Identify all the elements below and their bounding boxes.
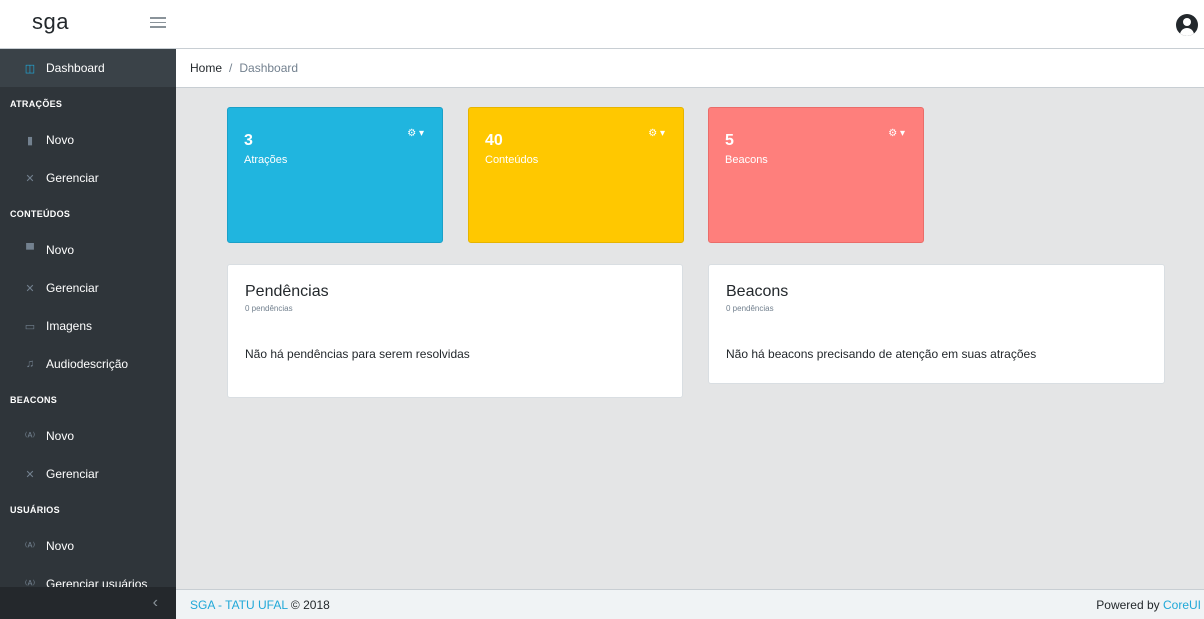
music-note-icon: ♫	[25, 358, 35, 370]
sidebar-item-usuarios-novo[interactable]: ⁽ᴬ⁾ Novo	[0, 527, 176, 565]
stat-card-beacons: ⚙ ▾ 5 Beacons	[708, 107, 924, 243]
gear-dropdown-icon[interactable]: ⚙ ▾	[648, 128, 665, 139]
beacons-card: Beacons 0 pendências Não há beacons prec…	[708, 264, 1165, 384]
sidebar-item-audiodescricao[interactable]: ♫ Audiodescrição	[0, 345, 176, 383]
stat-label: Atrações	[244, 154, 288, 166]
card-subtitle: 0 pendências	[726, 304, 774, 313]
card-subtitle: 0 pendências	[245, 304, 293, 313]
chevron-left-icon: ‹	[152, 594, 158, 611]
footer-sga-link[interactable]: SGA - TATU UFAL	[190, 598, 288, 612]
brand-logo[interactable]: sga	[32, 9, 69, 35]
sidebar-item-label: Gerenciar	[46, 171, 99, 185]
broadcast-icon: ⁽ᴬ⁾	[24, 540, 36, 553]
image-icon: ▭	[24, 320, 36, 333]
sidebar: ◫ Dashboard ATRAÇÕES ▮ Novo ✕ Gerenciar …	[0, 49, 176, 619]
sidebar-item-label: Novo	[46, 133, 75, 147]
breadcrumb-separator: /	[229, 61, 233, 75]
wrench-icon: ✕	[25, 172, 35, 185]
sidebar-toggle-button[interactable]	[150, 14, 166, 34]
breadcrumb: Home / Dashboard	[176, 49, 1204, 88]
stat-label: Beacons	[725, 154, 768, 166]
sidebar-item-label: Imagens	[46, 319, 93, 333]
sidebar-item-label: Audiodescrição	[46, 357, 129, 371]
sidebar-section-title: CONTEÚDOS	[10, 209, 71, 219]
sidebar-item-conteudos-novo[interactable]: ▀ Novo	[0, 231, 176, 269]
sidebar-item-label: Novo	[46, 243, 75, 257]
gear-dropdown-icon[interactable]: ⚙ ▾	[888, 128, 905, 139]
stat-card-atracoes: ⚙ ▾ 3 Atrações	[227, 107, 443, 243]
app-footer: SGA - TATU UFAL © 2018 Powered by CoreUI	[176, 589, 1204, 619]
footer-left: SGA - TATU UFAL © 2018	[190, 598, 330, 612]
sidebar-item-beacons-novo[interactable]: ⁽ᴬ⁾ Novo	[0, 417, 176, 455]
breadcrumb-current: Dashboard	[239, 61, 299, 75]
dashboard-icon: ◫	[24, 62, 36, 75]
sidebar-item-label: Novo	[46, 539, 75, 553]
breadcrumb-home-link[interactable]: Home	[190, 61, 222, 75]
app-header: sga	[0, 0, 1204, 49]
sidebar-item-atracoes-gerenciar[interactable]: ✕ Gerenciar	[0, 159, 176, 197]
user-avatar-icon[interactable]	[1176, 14, 1198, 36]
building-icon: ▀	[26, 244, 34, 256]
sidebar-item-conteudos-gerenciar[interactable]: ✕ Gerenciar	[0, 269, 176, 307]
stat-card-conteudos: ⚙ ▾ 40 Conteúdos	[468, 107, 684, 243]
pendencias-card: Pendências 0 pendências Não há pendência…	[227, 264, 683, 398]
wrench-icon: ✕	[25, 468, 35, 481]
stat-value: 40	[485, 132, 503, 149]
gear-dropdown-icon[interactable]: ⚙ ▾	[407, 128, 424, 139]
stat-label: Conteúdos	[485, 154, 539, 166]
sidebar-item-label: Gerenciar	[46, 281, 99, 295]
sidebar-item-beacons-gerenciar[interactable]: ✕ Gerenciar	[0, 455, 176, 493]
stat-value: 3	[244, 132, 253, 149]
sidebar-item-atracoes-novo[interactable]: ▮ Novo	[0, 121, 176, 159]
card-text: Não há beacons precisando de atenção em …	[726, 347, 1037, 361]
sidebar-item-imagens[interactable]: ▭ Imagens	[0, 307, 176, 345]
card-title: Beacons	[726, 283, 789, 300]
hamburger-icon	[150, 17, 166, 19]
sidebar-section-title: BEACONS	[10, 395, 58, 405]
footer-copyright: © 2018	[290, 597, 330, 612]
sidebar-item-dashboard[interactable]: ◫ Dashboard	[0, 49, 176, 87]
bookmark-icon: ▮	[26, 134, 34, 147]
sidebar-item-label: Dashboard	[46, 61, 105, 75]
broadcast-icon: ⁽ᴬ⁾	[24, 430, 36, 443]
card-title: Pendências	[245, 283, 329, 300]
footer-coreui-link[interactable]: CoreUI	[1163, 598, 1201, 612]
sidebar-section-title: USUÁRIOS	[10, 505, 60, 515]
sidebar-item-label: Novo	[46, 429, 75, 443]
sidebar-section-title: ATRAÇÕES	[10, 99, 63, 109]
stat-value: 5	[725, 132, 734, 149]
wrench-icon: ✕	[25, 282, 35, 295]
footer-right: Powered by CoreUI	[1096, 598, 1201, 612]
sidebar-item-label: Gerenciar	[46, 467, 99, 481]
footer-powered-by: Powered by	[1096, 597, 1160, 612]
sidebar-minimizer-button[interactable]: ‹	[0, 587, 176, 619]
card-text: Não há pendências para serem resolvidas	[245, 347, 470, 361]
